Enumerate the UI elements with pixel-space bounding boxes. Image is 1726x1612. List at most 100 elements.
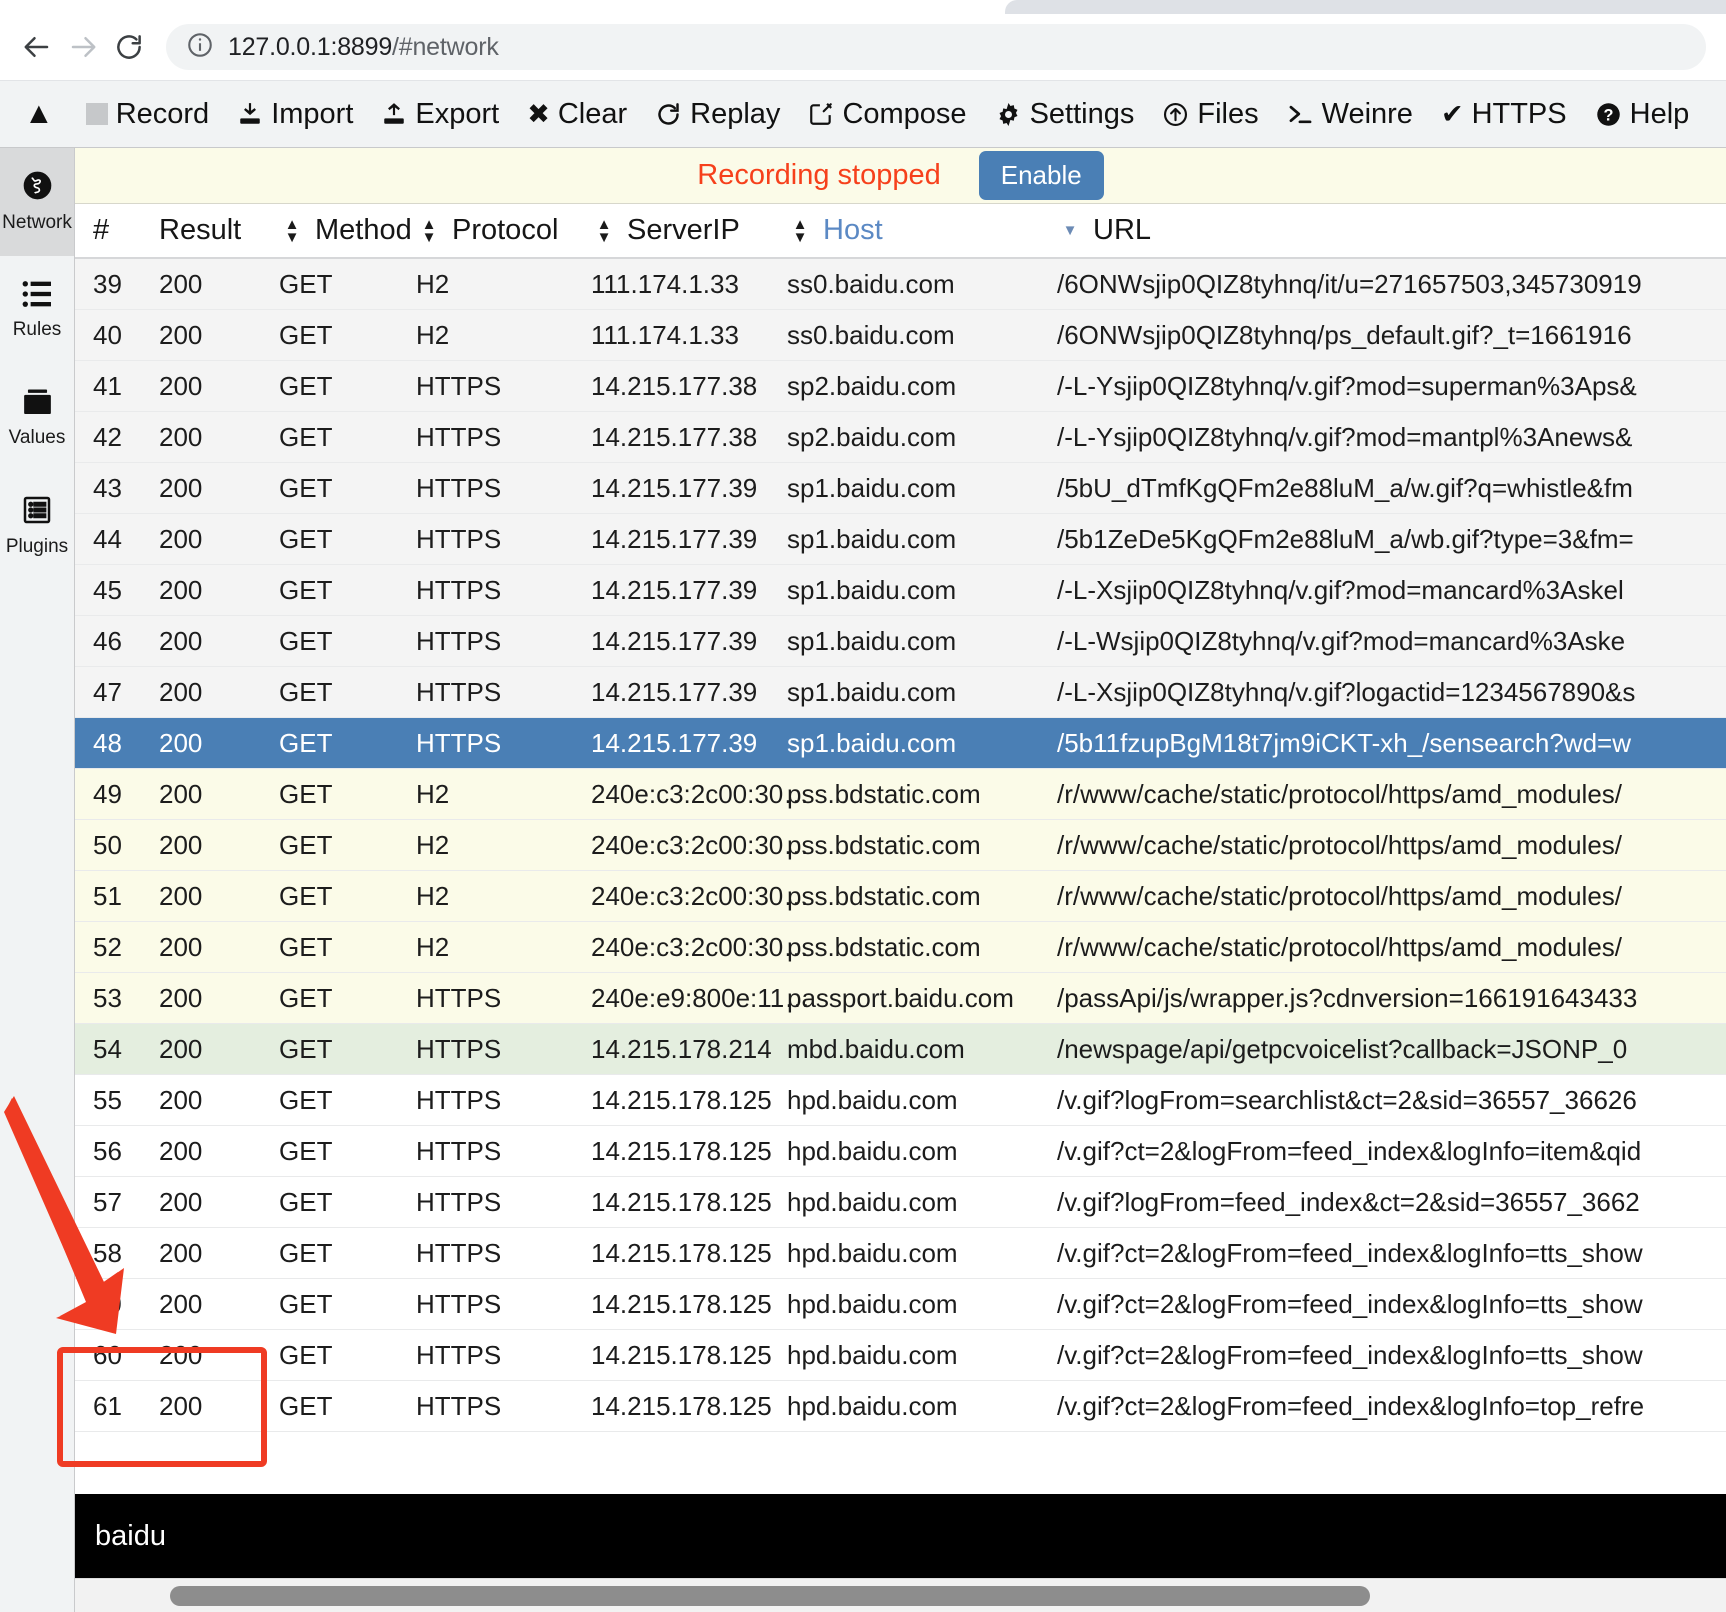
sort-arrows-icon[interactable]: ▲ ▼ bbox=[591, 217, 617, 245]
cell-host: sp1.baidu.com bbox=[787, 472, 957, 503]
cell-protocol: HTTPS bbox=[416, 1186, 502, 1217]
address-bar[interactable]: 127.0.0.1:8899/#network bbox=[166, 24, 1706, 70]
replay-button[interactable]: Replay bbox=[641, 81, 794, 148]
compose-button[interactable]: Compose bbox=[794, 81, 980, 148]
table-row[interactable]: 57 200 GET HTTPS 14.215.178.125 hpd.baidu.com… bbox=[75, 1177, 1726, 1228]
table-row[interactable]: 45 200 GET HTTPS 14.215.177.39 sp1.baidu.com /… bbox=[75, 565, 1726, 616]
column-header-serverip[interactable]: ▲ ▼ ServerIP bbox=[591, 203, 787, 258]
table-row[interactable]: 44 200 GET HTTPS 14.215.177.39 sp1.baidu.com /… bbox=[75, 514, 1726, 565]
clear-label: Clear bbox=[557, 97, 628, 130]
cell-protocol: HTTPS bbox=[416, 676, 502, 707]
cell-num: 58 bbox=[93, 1237, 122, 1268]
close-x-icon: ✖ bbox=[527, 98, 550, 129]
table-row[interactable]: 43 200 GET HTTPS 14.215.177.39 sp1.baidu.com /… bbox=[75, 463, 1726, 514]
cell-serverip: 240e:c3:2c00:30… bbox=[591, 778, 810, 809]
cell-protocol: HTTPS bbox=[416, 421, 502, 452]
cell-serverip: 14.215.178.125 bbox=[591, 1135, 772, 1166]
column-header-result[interactable]: Result bbox=[159, 203, 279, 258]
table-row[interactable]: 59 200 GET HTTPS 14.215.178.125 hpd.baidu.com… bbox=[75, 1279, 1726, 1330]
reload-icon[interactable] bbox=[106, 24, 152, 70]
cell-url: /newspage/api/getpcvoicelist?callback=JS… bbox=[1057, 1033, 1628, 1064]
settings-button[interactable]: Settings bbox=[981, 81, 1149, 148]
cell-serverip: 14.215.178.125 bbox=[591, 1390, 772, 1421]
sort-arrows-icon[interactable]: ▲ ▼ bbox=[787, 217, 813, 245]
table-row[interactable]: 53 200 GET HTTPS 240e:e9:800e:11… passport.ba… bbox=[75, 973, 1726, 1024]
table-row[interactable]: 51 200 GET H2 240e:c3:2c00:30… pss.bdstatic.c… bbox=[75, 871, 1726, 922]
sort-descending-icon[interactable]: ▼ bbox=[1057, 217, 1083, 245]
column-header-num[interactable]: # bbox=[75, 203, 159, 258]
table-row[interactable]: 42 200 GET HTTPS 14.215.177.38 sp2.baidu.com /… bbox=[75, 412, 1726, 463]
cell-method: GET bbox=[279, 1084, 333, 1115]
cell-protocol: HTTPS bbox=[416, 1033, 502, 1064]
table-row[interactable]: 55 200 GET HTTPS 14.215.178.125 hpd.baidu.com… bbox=[75, 1075, 1726, 1126]
cell-url: /5b1ZeDe5KgQFm2e88luM_a/wb.gif?type=3&fm… bbox=[1057, 523, 1634, 554]
cell-method: GET bbox=[279, 1033, 333, 1064]
cell-host: sp1.baidu.com bbox=[787, 727, 957, 758]
cell-url: /v.gif?ct=2&logFrom=feed_index&logInfo=t… bbox=[1057, 1288, 1643, 1319]
cell-method: GET bbox=[279, 676, 333, 707]
browser-tab[interactable] bbox=[1005, 0, 1726, 14]
table-row[interactable]: 56 200 GET HTTPS 14.215.178.125 hpd.baidu.com… bbox=[75, 1126, 1726, 1177]
table-row[interactable]: 40 200 GET H2 111.174.1.33 ss0.baidu.com/6ONW… bbox=[75, 310, 1726, 361]
https-button[interactable]: ✔ HTTPS bbox=[1427, 81, 1581, 148]
export-button[interactable]: Export bbox=[367, 81, 513, 148]
cell-result: 200 bbox=[159, 931, 203, 962]
search-input[interactable] bbox=[95, 1519, 1726, 1553]
cell-host: sp2.baidu.com bbox=[787, 421, 957, 452]
table-row[interactable]: 39 200 GET H2 111.174.1.33 ss0.baidu.com/6ONW… bbox=[75, 259, 1726, 310]
network-rows-container[interactable]: 39 200 GET H2 111.174.1.33 ss0.baidu.com/6ONW… bbox=[75, 259, 1726, 1612]
files-button[interactable]: Files bbox=[1148, 81, 1272, 148]
table-row[interactable]: 52 200 GET H2 240e:c3:2c00:30… pss.bdstatic.c… bbox=[75, 922, 1726, 973]
table-row[interactable]: 48 200 GET HTTPS 14.215.177.39 sp1.baidu.com /… bbox=[75, 718, 1726, 769]
sort-arrows-icon[interactable]: ▲ ▼ bbox=[416, 217, 442, 245]
horizontal-scrollbar-thumb[interactable] bbox=[170, 1586, 1370, 1606]
forward-arrow-icon[interactable] bbox=[60, 24, 106, 70]
enable-button[interactable]: Enable bbox=[978, 151, 1104, 200]
search-bar[interactable] bbox=[75, 1494, 1726, 1578]
table-row[interactable]: 41 200 GET HTTPS 14.215.177.38 sp2.baidu.com /… bbox=[75, 361, 1726, 412]
cell-host: passport.baidu.com bbox=[787, 982, 1014, 1013]
cell-result: 200 bbox=[159, 1135, 203, 1166]
table-row[interactable]: 61 200 GET HTTPS 14.215.178.125 hpd.baidu.com… bbox=[75, 1381, 1726, 1432]
collapse-toolbar-caret[interactable]: ▲ bbox=[10, 81, 72, 148]
cell-method: GET bbox=[279, 778, 333, 809]
column-header-protocol-label: Protocol bbox=[452, 214, 559, 246]
sort-arrows-icon[interactable]: ▲ ▼ bbox=[279, 217, 305, 245]
cell-num: 50 bbox=[93, 829, 122, 860]
table-row[interactable]: 58 200 GET HTTPS 14.215.178.125 hpd.baidu.com… bbox=[75, 1228, 1726, 1279]
record-button[interactable]: Record bbox=[72, 81, 224, 148]
gear-icon bbox=[995, 101, 1022, 128]
column-header-result-label: Result bbox=[159, 214, 242, 246]
help-button[interactable]: ? Help bbox=[1581, 81, 1704, 148]
sidebar-item-rules[interactable]: Rules bbox=[0, 256, 74, 364]
horizontal-scrollbar-track[interactable] bbox=[75, 1578, 1726, 1612]
stop-square-icon bbox=[85, 103, 108, 125]
cell-serverip: 14.215.178.125 bbox=[591, 1186, 772, 1217]
table-row[interactable]: 49 200 GET H2 240e:c3:2c00:30… pss.bdstatic.c… bbox=[75, 769, 1726, 820]
column-header-method[interactable]: ▲ ▼ Method bbox=[279, 203, 416, 258]
table-row[interactable]: 47 200 GET HTTPS 14.215.177.39 sp1.baidu.com /… bbox=[75, 667, 1726, 718]
cell-url: /v.gif?logFrom=feed_index&ct=2&sid=36557… bbox=[1057, 1186, 1640, 1217]
cell-protocol: HTTPS bbox=[416, 1390, 502, 1421]
cell-num: 54 bbox=[93, 1033, 122, 1064]
cell-method: GET bbox=[279, 1339, 333, 1370]
cell-result: 200 bbox=[159, 1033, 203, 1064]
sidebar: Network Rules Values Plugins bbox=[0, 148, 75, 1612]
column-header-protocol[interactable]: ▲ ▼ Protocol bbox=[416, 203, 591, 258]
sidebar-item-values[interactable]: Values bbox=[0, 364, 74, 472]
weinre-button[interactable]: Weinre bbox=[1273, 81, 1427, 148]
table-row[interactable]: 60 200 GET HTTPS 14.215.178.125 hpd.baidu.com… bbox=[75, 1330, 1726, 1381]
column-header-host[interactable]: ▲ ▼ Host bbox=[787, 203, 1057, 258]
table-row[interactable]: 46 200 GET HTTPS 14.215.177.39 sp1.baidu.com /… bbox=[75, 616, 1726, 667]
cell-method: GET bbox=[279, 574, 333, 605]
table-row[interactable]: 54 200 GET HTTPS 14.215.178.214 mbd.baidu.com… bbox=[75, 1024, 1726, 1075]
url-path: /#network bbox=[392, 32, 499, 61]
back-arrow-icon[interactable] bbox=[14, 24, 60, 70]
clear-button[interactable]: ✖ Clear bbox=[513, 81, 641, 148]
table-row[interactable]: 50 200 GET H2 240e:c3:2c00:30… pss.bdstatic.c… bbox=[75, 820, 1726, 871]
sidebar-item-network[interactable]: Network bbox=[0, 148, 74, 256]
column-header-url[interactable]: ▼ URL bbox=[1057, 203, 1726, 258]
import-button[interactable]: Import bbox=[223, 81, 367, 148]
sidebar-item-plugins[interactable]: Plugins bbox=[0, 472, 74, 580]
site-info-icon[interactable] bbox=[186, 31, 214, 64]
